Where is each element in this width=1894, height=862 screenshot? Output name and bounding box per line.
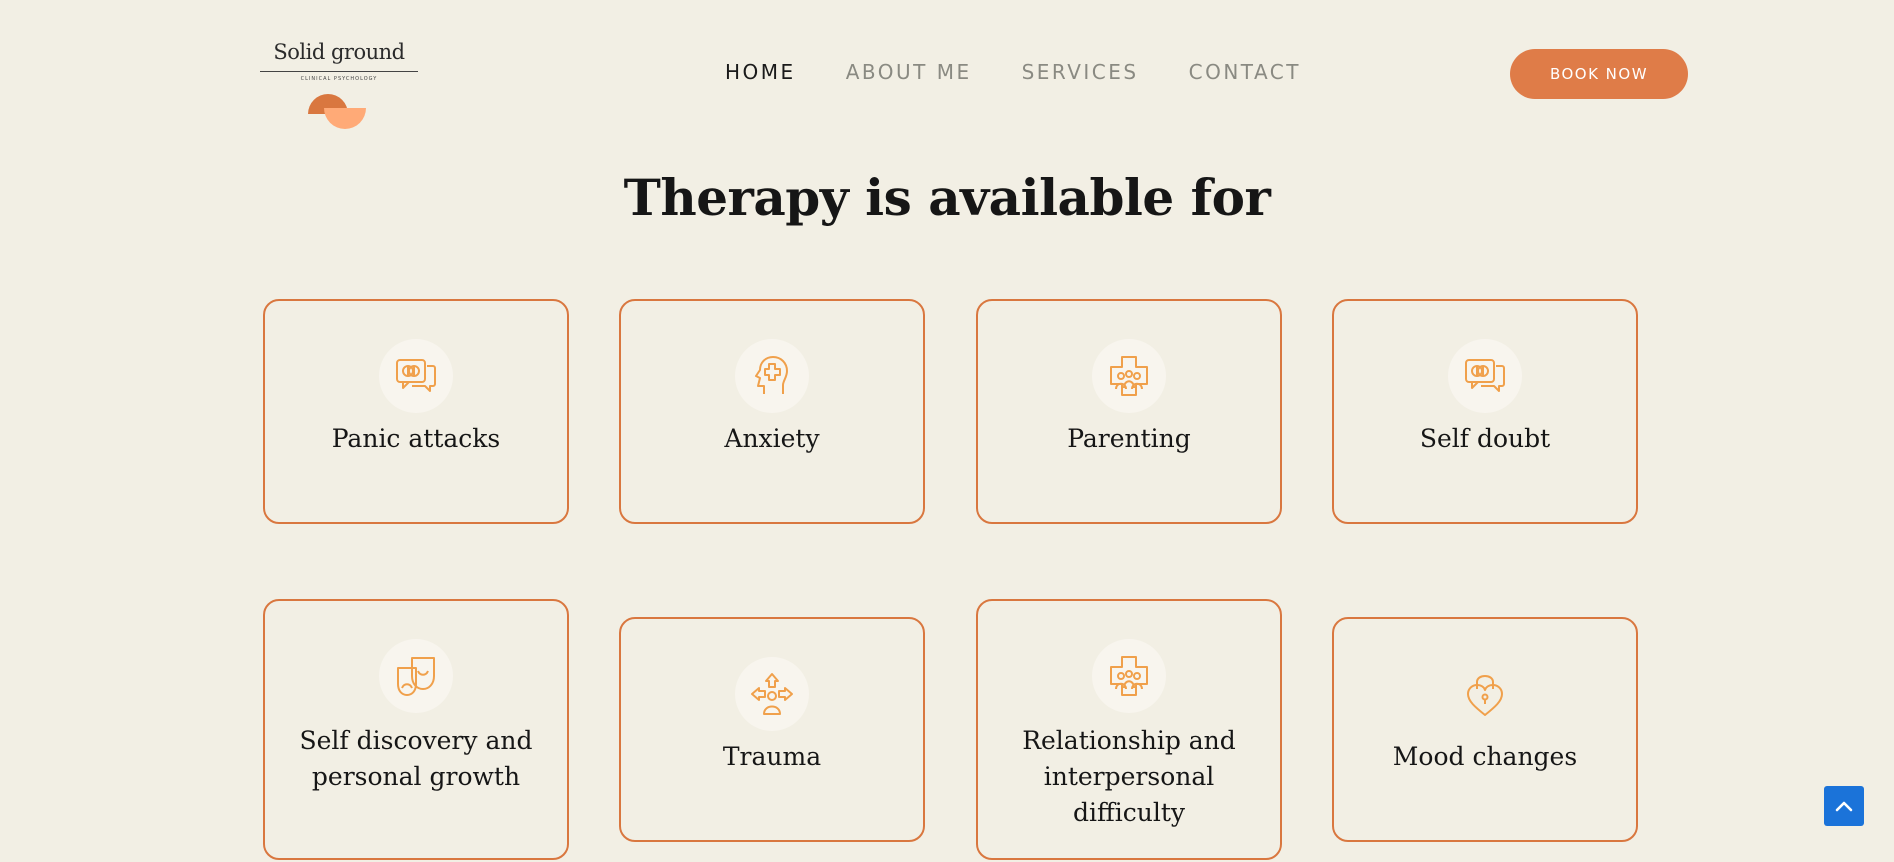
card-label: Anxiety: [724, 424, 820, 453]
logo[interactable]: Solid ground CLINICAL PSYCHOLOGY: [260, 40, 420, 130]
icon-badge: [735, 339, 809, 413]
icon-badge: [1448, 339, 1522, 413]
nav-home[interactable]: HOME: [725, 60, 796, 84]
icon-badge: [379, 339, 453, 413]
nav-contact[interactable]: CONTACT: [1189, 60, 1301, 84]
service-card-self-discovery[interactable]: Self discovery and personal growth: [263, 599, 569, 860]
nav-about-me[interactable]: ABOUT ME: [846, 60, 972, 84]
card-label: Self doubt: [1419, 424, 1551, 453]
page-title: Therapy is available for: [623, 168, 1271, 227]
card-label: Mood changes: [1392, 742, 1578, 771]
logo-name: Solid ground: [273, 40, 405, 64]
logo-tagline: CLINICAL PSYCHOLOGY: [300, 76, 378, 82]
logo-mark-icon: [308, 94, 366, 129]
person-arrows-icon: [751, 673, 793, 715]
card-label: Parenting: [1067, 424, 1191, 453]
card-label: Self discovery and personal growth: [299, 726, 533, 791]
service-card-relationship[interactable]: Relationship and interpersonal difficult…: [976, 599, 1282, 860]
book-now-button[interactable]: BOOK NOW: [1510, 49, 1688, 99]
family-cross-icon: [1110, 656, 1148, 696]
card-label: Relationship and interpersonal difficult…: [1022, 726, 1236, 827]
heart-lock-icon: [1467, 675, 1503, 716]
service-card-panic-attacks[interactable]: Panic attacks: [263, 299, 569, 524]
service-card-anxiety[interactable]: Anxiety: [619, 299, 925, 524]
family-cross-icon: [1110, 356, 1148, 396]
logo-divider: [260, 71, 418, 72]
icon-badge: [1448, 657, 1522, 731]
icon-badge: [735, 657, 809, 731]
service-card-mood-changes[interactable]: Mood changes: [1332, 617, 1638, 842]
icon-badge: [1092, 639, 1166, 713]
main-nav: HOME ABOUT ME SERVICES CONTACT: [725, 60, 1351, 84]
theater-masks-icon: [397, 657, 435, 696]
nav-services[interactable]: SERVICES: [1022, 60, 1139, 84]
card-label: Panic attacks: [331, 424, 501, 453]
service-card-self-doubt[interactable]: Self doubt: [1332, 299, 1638, 524]
scroll-to-top-button[interactable]: [1824, 786, 1864, 826]
icon-badge: [1092, 339, 1166, 413]
head-puzzle-icon: [755, 356, 788, 394]
card-label: Trauma: [722, 742, 822, 771]
speech-bubbles-brain-icon: [1465, 359, 1505, 392]
service-card-parenting[interactable]: Parenting: [976, 299, 1282, 524]
chevron-up-icon: [1835, 801, 1853, 812]
speech-bubbles-brain-icon: [396, 359, 436, 392]
icon-badge: [379, 639, 453, 713]
service-card-trauma[interactable]: Trauma: [619, 617, 925, 842]
site-header: Solid ground CLINICAL PSYCHOLOGY HOME AB…: [0, 0, 1894, 155]
